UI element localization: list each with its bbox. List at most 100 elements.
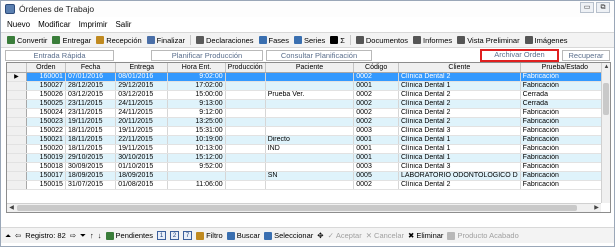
producto-acabado-button[interactable]: Producto Acabado xyxy=(447,231,519,240)
menu-salir[interactable]: Salir xyxy=(115,20,131,29)
vertical-scroll-thumb[interactable] xyxy=(603,83,609,115)
toolbar-button-7[interactable]: Σ xyxy=(330,36,345,45)
column-header[interactable]: Orden xyxy=(26,63,66,73)
eliminar-button[interactable]: ✖ Eliminar xyxy=(408,231,443,240)
vertical-scrollbar[interactable]: ▲ xyxy=(601,63,610,203)
table-row[interactable]: 150025 23/11/2015 24/11/2015 9:13:00 0002 Clí… xyxy=(7,99,610,109)
toolbar-button-9[interactable]: Informes xyxy=(413,36,452,45)
table-cell: 31/07/2015 xyxy=(65,180,117,190)
toolbar-button-10[interactable]: Vista Preliminar xyxy=(457,36,520,45)
tab-archivar-orden[interactable]: Archivar Orden xyxy=(480,49,559,62)
menu-imprimir[interactable]: Imprimir xyxy=(79,20,108,29)
minimize-button[interactable]: ▭ xyxy=(580,2,594,13)
sort-asc-icon[interactable]: ↑ xyxy=(90,231,94,240)
toolbar-button-4[interactable]: Declaraciones xyxy=(196,36,254,45)
table-cell: 0002 xyxy=(353,72,399,82)
tab-consultar-planificacion[interactable]: Consultar Planificación xyxy=(266,50,372,61)
table-row[interactable]: 150027 28/12/2015 29/12/2015 17:02:00 0001 Cl… xyxy=(7,81,610,91)
row-indicator: ▶ xyxy=(7,72,27,82)
tab-planificar-produccion[interactable]: Planificar Producción xyxy=(151,50,263,61)
table-cell: 9:02:00 xyxy=(167,72,226,82)
toolbar-button-11[interactable]: Imágenes xyxy=(524,35,568,45)
table-cell: Prueba Ver. xyxy=(265,90,355,100)
table-row[interactable]: 150020 18/11/2015 19/11/2015 10:13:00 IND 000… xyxy=(7,144,610,154)
toolbar-button-0[interactable]: Convertir xyxy=(7,36,47,45)
buscar-button[interactable]: Buscar xyxy=(226,231,260,240)
toolbar-button-6[interactable]: Series xyxy=(293,36,325,45)
filtro-button[interactable]: Filtro xyxy=(196,231,223,240)
toolbar-button-2[interactable]: Recepción xyxy=(96,36,142,45)
table-cell: 07/01/2016 xyxy=(65,72,117,82)
table-cell xyxy=(225,72,266,82)
table-row[interactable]: 150026 03/12/2015 03/12/2015 15:00:00 Prueba… xyxy=(7,90,610,100)
column-header[interactable]: Código xyxy=(353,63,399,73)
maximize-button[interactable]: ⧉ xyxy=(596,2,610,13)
menu-nuevo[interactable]: Nuevo xyxy=(7,20,30,29)
toolbar-label: Imágenes xyxy=(534,35,568,45)
toolbar-button-5[interactable]: Fases xyxy=(258,36,289,45)
table-row[interactable]: 150021 18/11/2015 22/11/2015 10:19:00 Direct… xyxy=(7,135,610,145)
first-record-icon[interactable]: ⏶ xyxy=(5,231,11,241)
table-cell: 150018 xyxy=(26,162,66,172)
filter-chip-2[interactable]: 2 xyxy=(170,231,180,240)
column-header[interactable]: Entrega xyxy=(115,63,169,73)
sort-desc-icon[interactable]: ↓ xyxy=(98,231,102,240)
toolbar-label: Documentos xyxy=(365,35,408,45)
table-row[interactable]: 150017 18/09/2015 18/09/2015 SN 0005 LABORATO… xyxy=(7,171,610,181)
column-header[interactable]: Cliente xyxy=(398,63,521,73)
column-header[interactable]: Paciente xyxy=(265,63,355,73)
table-row[interactable]: 150019 29/10/2015 30/10/2015 15:12:00 0001 Cl… xyxy=(7,153,610,163)
scroll-right-icon[interactable]: ▶ xyxy=(592,204,601,212)
table-cell: Clínica Dental 2 xyxy=(398,117,521,127)
column-header[interactable]: Prueba/Estado xyxy=(520,63,610,73)
filter-chip-7[interactable]: 7 xyxy=(183,231,193,240)
table-cell: Clínica Dental 1 xyxy=(398,144,521,154)
orders-grid[interactable]: Orden Fecha Entrega Hora Ent. Producción Paci… xyxy=(6,62,611,213)
toolbar-button-3[interactable]: Finalizar xyxy=(146,36,185,45)
table-row[interactable]: ▶ 160001 07/01/2016 08/01/2016 9:02:00 0002 Cl… xyxy=(7,72,610,82)
row-indicator xyxy=(7,153,27,163)
toolbar-label: Σ xyxy=(340,35,345,45)
column-header[interactable]: Hora Ent. xyxy=(167,63,226,73)
table-cell: Fabricación xyxy=(520,135,610,145)
menu-modificar[interactable]: Modificar xyxy=(38,20,70,29)
scroll-left-icon[interactable]: ◀ xyxy=(7,204,16,212)
menu-bar: Nuevo Modificar Imprimir Salir xyxy=(1,18,614,31)
cancelar-button[interactable]: ✕ Cancelar xyxy=(366,231,404,240)
table-row[interactable]: 150015 31/07/2015 01/08/2015 11:06:00 0002 Cl… xyxy=(7,180,610,190)
tab-entrada-rapida[interactable]: Entrada Rápida xyxy=(5,50,114,61)
series-icon xyxy=(293,36,302,44)
table-cell: 03/12/2015 xyxy=(65,90,117,100)
table-row[interactable]: 150024 23/11/2015 24/11/2015 9:12:00 0002 Clí… xyxy=(7,108,610,118)
column-header[interactable]: Producción xyxy=(225,63,266,73)
move-icon[interactable]: ✥ xyxy=(317,231,323,240)
table-cell: 0002 xyxy=(353,108,399,118)
toolbar-separator xyxy=(349,35,351,45)
convert-icon xyxy=(7,36,15,44)
table-row[interactable]: 150022 18/11/2015 19/11/2015 15:31:00 0003 Cl… xyxy=(7,126,610,136)
horizontal-scrollbar[interactable]: ◀ ▶ xyxy=(7,203,601,212)
table-cell: 150024 xyxy=(26,108,66,118)
table-row[interactable]: 150018 30/09/2015 01/10/2015 9:52:00 0003 Clí… xyxy=(7,162,610,172)
table-cell: 150023 xyxy=(26,117,66,127)
filter-chip-1[interactable]: 1 xyxy=(157,231,167,240)
toolbar-button-1[interactable]: Entregar xyxy=(52,36,91,45)
tab-recuperar[interactable]: Recuperar xyxy=(562,50,610,61)
seleccionar-button[interactable]: Seleccionar xyxy=(264,231,313,240)
table-row[interactable]: 150023 19/11/2015 20/11/2015 13:25:00 0002 Cl… xyxy=(7,117,610,127)
table-cell: 19/11/2015 xyxy=(115,144,169,154)
scroll-up-icon[interactable]: ▲ xyxy=(602,63,610,72)
horizontal-scroll-thumb[interactable] xyxy=(17,205,577,211)
table-cell: 0001 xyxy=(353,144,399,154)
aceptar-button[interactable]: ✓ Aceptar xyxy=(328,231,362,240)
column-header[interactable]: Fecha xyxy=(65,63,117,73)
main-window: Órdenes de Trabajo ▭ ⧉ Nuevo Modificar I… xyxy=(0,0,615,247)
toolbar-button-8[interactable]: Documentos xyxy=(355,35,408,45)
status-bar: ⏶ ⇦ Registro: 82 ⇨ ⏷ ↑ ↓ Pendientes 1 2 … xyxy=(1,227,614,243)
last-record-icon[interactable]: ⏷ xyxy=(80,231,86,241)
table-cell: Clínica Dental 2 xyxy=(398,99,521,109)
app-icon xyxy=(5,4,15,14)
prev-record-icon[interactable]: ⇦ xyxy=(15,231,21,240)
pendientes-button[interactable]: Pendientes xyxy=(105,231,153,240)
next-record-icon[interactable]: ⇨ xyxy=(70,231,76,240)
